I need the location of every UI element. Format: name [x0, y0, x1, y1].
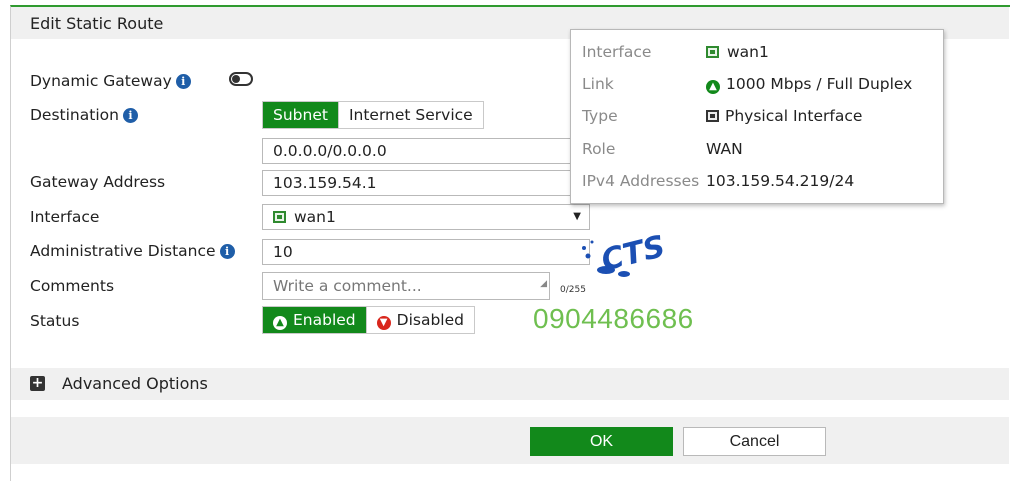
administrative-distance-value: 10	[273, 243, 293, 261]
toggle-knob	[232, 75, 240, 83]
administrative-distance-label-text: Administrative Distance	[30, 242, 216, 260]
info-icon[interactable]: i	[219, 244, 235, 259]
dynamic-gateway-toggle[interactable]	[229, 72, 253, 86]
network-port-icon	[273, 211, 286, 223]
cts-logo-watermark: CTS	[582, 229, 669, 278]
administrative-distance-label: Administrative Distance i	[30, 242, 235, 260]
destination-subnet-input[interactable]: 0.0.0.0/0.0.0.0	[262, 138, 590, 164]
dynamic-gateway-label: Dynamic Gateway i	[30, 72, 191, 90]
destination-label-text: Destination	[30, 106, 119, 124]
tooltip-row-link: Link ▲ 1000 Mbps / Full Duplex	[582, 75, 912, 94]
comments-label: Comments	[30, 277, 115, 295]
tooltip-row-interface: Interface wan1	[582, 43, 769, 61]
destination-label: Destination i	[30, 106, 138, 124]
dialog-title: Edit Static Route	[30, 14, 164, 33]
resize-grip-icon[interactable]: ◢	[540, 271, 547, 297]
tooltip-row-ipv4: IPv4 Addresses 103.159.54.219/24	[582, 172, 854, 190]
expand-plus-icon[interactable]: +	[30, 376, 45, 391]
administrative-distance-input[interactable]: 10	[262, 239, 590, 265]
arrow-up-circle-icon: ▲	[273, 316, 287, 330]
status-enabled-option[interactable]: ▲ Enabled	[263, 307, 366, 333]
comments-char-counter: 0/255	[560, 285, 586, 295]
destination-internet-service-option[interactable]: Internet Service	[337, 102, 483, 128]
comments-textarea[interactable]: Write a comment... ◢	[262, 272, 550, 300]
tooltip-value-text: 1000 Mbps / Full Duplex	[726, 75, 913, 93]
interface-select[interactable]: wan1 ▼	[262, 204, 590, 230]
status-disabled-text: Disabled	[396, 311, 464, 329]
link-up-icon: ▲	[706, 80, 720, 94]
cancel-button[interactable]: Cancel	[683, 427, 826, 456]
tooltip-row-type: Type Physical Interface	[582, 107, 862, 125]
tooltip-value: WAN	[706, 140, 743, 158]
tooltip-key: Type	[582, 107, 618, 125]
tooltip-value-text: wan1	[727, 43, 769, 61]
tooltip-key: Link	[582, 75, 614, 93]
arrow-down-circle-icon: ▼	[376, 316, 391, 330]
info-icon[interactable]: i	[122, 108, 138, 123]
destination-subnet-option[interactable]: Subnet	[263, 102, 338, 128]
tooltip-value-text: Physical Interface	[725, 107, 863, 125]
gateway-address-input[interactable]: 103.159.54.1	[262, 170, 590, 196]
advanced-options-section[interactable]: + Advanced Options	[11, 368, 1009, 400]
destination-subnet-value: 0.0.0.0/0.0.0.0	[273, 142, 387, 160]
watermark-phone-number: 0904486686	[533, 303, 694, 334]
logo-dot	[590, 240, 594, 244]
info-icon[interactable]: i	[175, 74, 191, 89]
tooltip-key: Role	[582, 140, 616, 158]
interface-info-tooltip: Interface wan1 Link ▲ 1000 Mbps / Full Dupl…	[570, 29, 944, 204]
tooltip-value: wan1	[706, 43, 769, 61]
tooltip-value: 103.159.54.219/24	[706, 172, 855, 190]
tooltip-value: ▲ 1000 Mbps / Full Duplex	[706, 75, 913, 94]
interface-label: Interface	[30, 208, 100, 226]
destination-type-selector: Subnet Internet Service	[262, 101, 484, 129]
status-selector: ▲ Enabled ▼ Disabled	[262, 306, 475, 334]
dynamic-gateway-label-text: Dynamic Gateway	[30, 72, 172, 90]
dialog-footer	[11, 417, 1009, 464]
physical-interface-icon	[706, 110, 719, 122]
ok-button[interactable]: OK	[530, 427, 673, 456]
status-label: Status	[30, 312, 80, 330]
tooltip-key: Interface	[582, 43, 652, 61]
advanced-options-label: Advanced Options	[62, 374, 208, 393]
logo-dot	[582, 246, 586, 250]
status-enabled-text: Enabled	[293, 311, 356, 329]
gateway-address-value: 103.159.54.1	[273, 174, 377, 192]
logo-text: CTS	[598, 229, 669, 278]
tooltip-key: IPv4 Addresses	[582, 172, 700, 190]
comments-placeholder: Write a comment...	[273, 277, 422, 295]
gateway-address-label: Gateway Address	[30, 173, 166, 191]
tooltip-value: Physical Interface	[706, 107, 862, 125]
status-disabled-option[interactable]: ▼ Disabled	[365, 307, 474, 333]
interface-selected-value: wan1	[294, 208, 336, 226]
logo-dot	[585, 253, 591, 259]
tooltip-row-role: Role WAN	[582, 140, 743, 158]
network-port-icon	[706, 46, 719, 58]
